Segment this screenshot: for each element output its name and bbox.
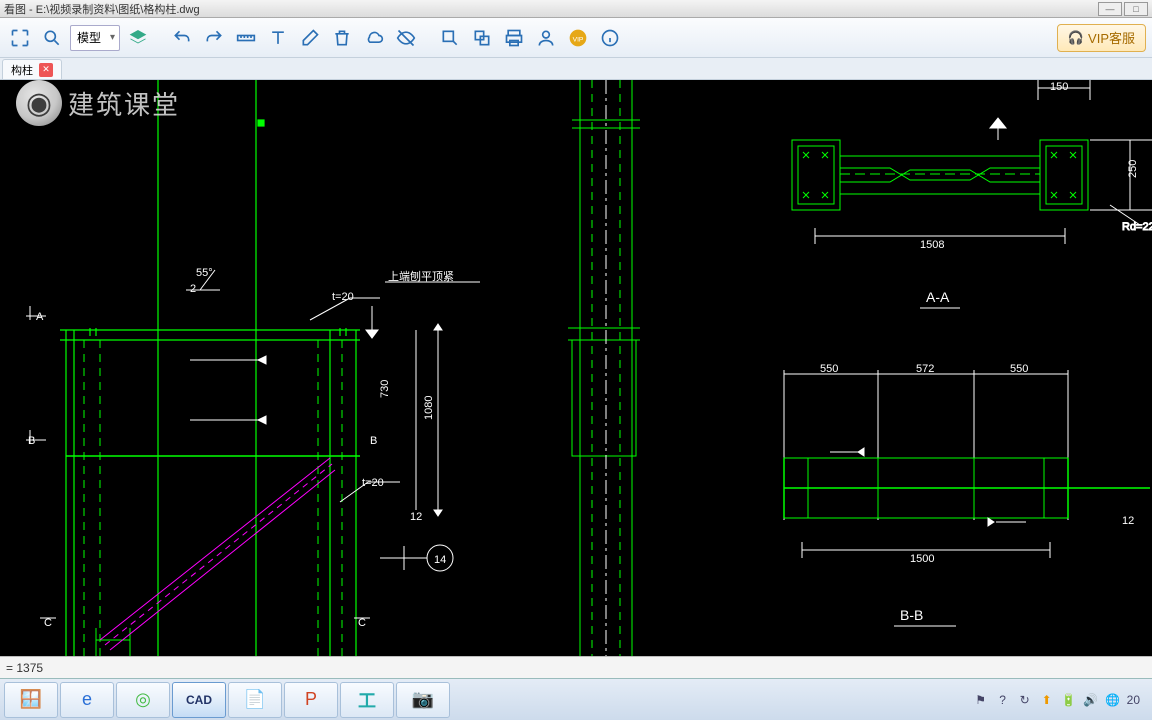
measure-icon[interactable] [232,24,260,52]
powerpoint-icon[interactable]: P [284,682,338,718]
close-tab-icon[interactable]: ✕ [39,63,53,77]
svg-text:550: 550 [1010,363,1028,375]
copy-icon[interactable] [468,24,496,52]
svg-text:t=20: t=20 [362,477,384,489]
sync-tray-icon[interactable]: ↻ [1017,692,1033,708]
svg-text:1500: 1500 [910,553,934,565]
svg-text:上端刨平顶紧: 上端刨平顶紧 [388,269,454,283]
undo-icon[interactable] [168,24,196,52]
delete-icon[interactable] [328,24,356,52]
zoom-icon[interactable] [38,24,66,52]
drawing-canvas[interactable]: ◉ 建筑课堂 [0,80,1152,656]
minimize-button[interactable]: — [1098,2,1122,16]
watermark: ◉ 建筑课堂 [16,80,180,126]
svg-text:A: A [36,311,44,323]
battery-icon[interactable]: 🔋 [1061,692,1077,708]
svg-text:2: 2 [190,283,196,295]
clock[interactable]: 20 [1127,693,1140,707]
svg-text:14: 14 [434,554,446,566]
svg-text:12: 12 [1122,515,1134,527]
document-tab[interactable]: 构柱 ✕ [2,59,62,79]
network-icon[interactable]: 🌐 [1105,692,1121,708]
notes-icon[interactable]: 📄 [228,682,282,718]
cad-app-icon[interactable]: CAD [172,682,226,718]
svg-text:730: 730 [379,380,391,398]
fullscreen-icon[interactable] [6,24,34,52]
cad-drawing: A B B C C 55° 2 上端刨平顶紧 t=20 t=20 1080 73… [0,80,1152,656]
hide-icon[interactable] [392,24,420,52]
search-icon[interactable] [436,24,464,52]
svg-text:572: 572 [916,363,934,375]
svg-text:B: B [370,435,377,447]
vip-service-button[interactable]: 🎧 VIP客服 [1057,24,1146,52]
camera-icon[interactable]: 📷 [396,682,450,718]
svg-text:A-A: A-A [926,289,950,305]
svg-text:250: 250 [1127,160,1139,178]
text-icon[interactable] [264,24,292,52]
help-tray-icon[interactable]: ? [995,692,1011,708]
cloud-icon[interactable] [360,24,388,52]
system-tray: ⚑ ? ↻ ⬆ 🔋 🔊 🌐 20 [973,692,1148,708]
svg-text:C: C [358,617,366,629]
svg-text:1080: 1080 [423,396,435,420]
svg-text:t=20: t=20 [332,291,354,303]
layers-icon[interactable] [124,24,152,52]
user-icon[interactable] [532,24,560,52]
start-button[interactable]: 🪟 [4,682,58,718]
eraser-icon[interactable] [296,24,324,52]
browser-icon[interactable]: ◎ [116,682,170,718]
print-icon[interactable] [500,24,528,52]
svg-text:150: 150 [1050,81,1068,93]
taskbar: 🪟 e ◎ CAD 📄 P 工 📷 ⚑ ? ↻ ⬆ 🔋 🔊 🌐 20 [0,678,1152,720]
svg-text:B: B [28,435,35,447]
headset-icon: 🎧 [1068,30,1084,46]
volume-icon[interactable]: 🔊 [1083,692,1099,708]
svg-text:1508: 1508 [920,239,944,251]
command-line[interactable]: = 1375 [0,656,1152,678]
vip-badge-icon[interactable]: VIP [564,24,592,52]
redo-icon[interactable] [200,24,228,52]
app-title: 看图 - E:\视频录制资料\图纸\格构柱.dwg [4,1,200,17]
svg-text:12: 12 [410,511,422,523]
titlebar: 看图 - E:\视频录制资料\图纸\格构柱.dwg — □ [0,0,1152,18]
svg-text:C: C [44,617,52,629]
flag-icon[interactable]: ⚑ [973,692,989,708]
model-select[interactable]: 模型 [70,25,120,51]
update-tray-icon[interactable]: ⬆ [1039,692,1055,708]
ie-icon[interactable]: e [60,682,114,718]
info-icon[interactable] [596,24,624,52]
watermark-logo-icon: ◉ [16,80,62,126]
svg-text:55°: 55° [196,267,213,279]
svg-text:VIP: VIP [573,36,584,43]
tab-bar: 构柱 ✕ [0,58,1152,80]
svg-text:Rd=22: Rd=22 [1122,221,1152,233]
maximize-button[interactable]: □ [1124,2,1148,16]
svg-text:550: 550 [820,363,838,375]
tool-icon[interactable]: 工 [340,682,394,718]
toolbar: 模型 VIP 🎧 VIP客服 [0,18,1152,58]
svg-text:B-B: B-B [900,607,923,623]
